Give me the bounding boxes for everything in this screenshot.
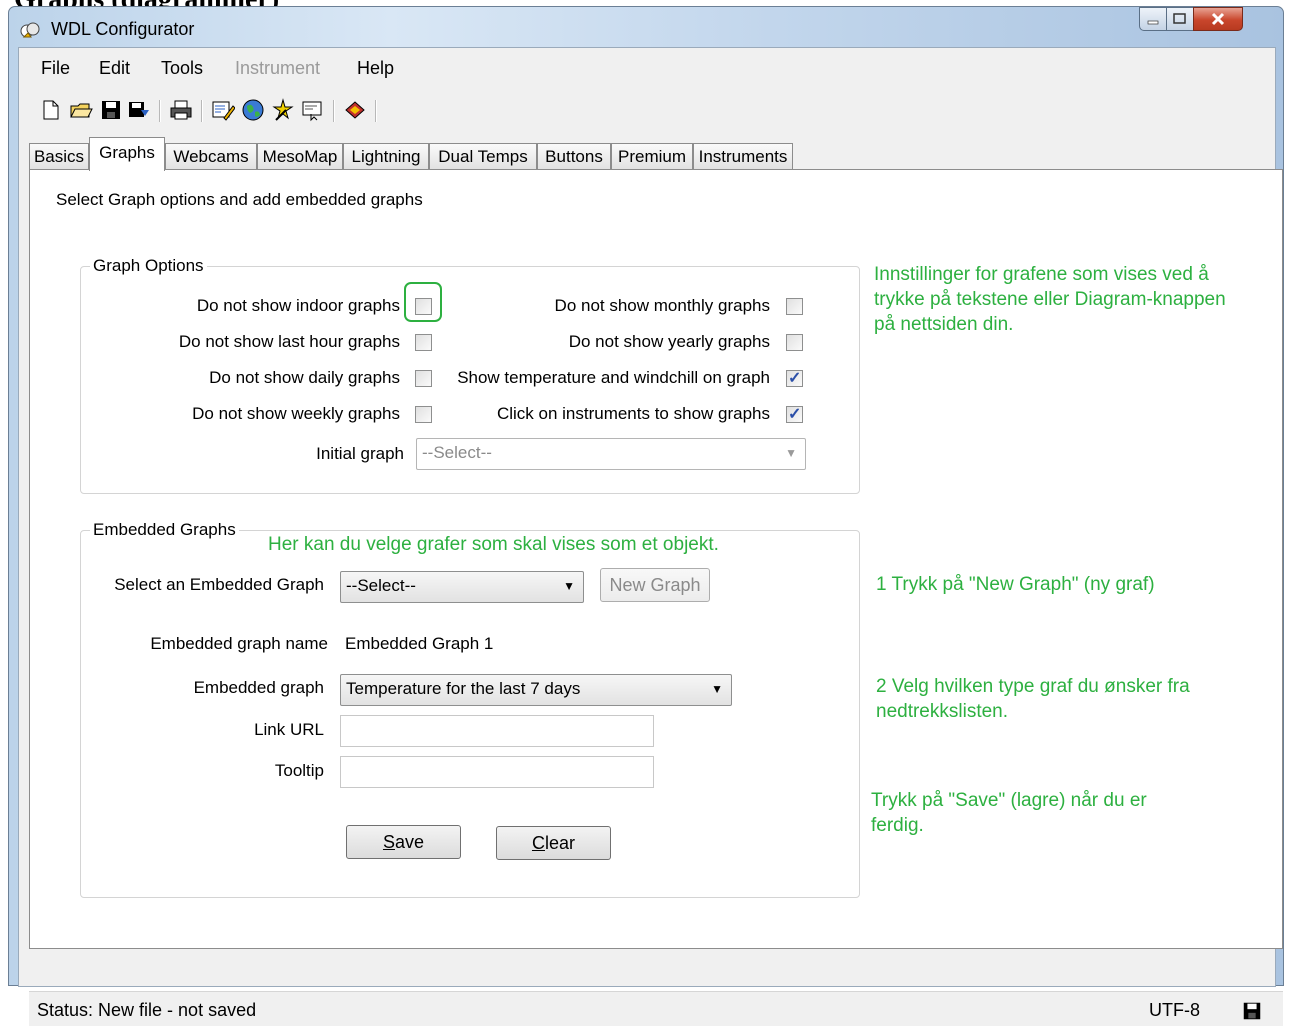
annotation-embedded: Her kan du velge grafer som skal vises s… [268,534,719,555]
client-area: File Edit Tools Instrument Help Basics G… [18,47,1283,1026]
embedded-graphs-title: Embedded Graphs [90,520,239,540]
chevron-down-icon: ▼ [563,579,575,593]
save-label: Save [382,832,425,852]
embedded-name-label: Embedded graph name [150,634,328,653]
tab-dual-temps[interactable]: Dual Temps [429,143,537,169]
edit-icon[interactable] [211,98,235,122]
annotation-step-1: 1 Trykk på "New Graph" (ny graf) [876,574,1155,595]
tab-premium[interactable]: Premium [611,143,693,169]
app-icon [20,22,40,38]
checkmark-icon: ✓ [788,370,802,387]
initial-graph-select[interactable]: --Select-- ▼ [416,438,806,470]
tab-mesomap[interactable]: MesoMap [257,143,343,169]
embedded-graph-label: Embedded graph [193,678,324,697]
toolbar-separator [201,100,203,122]
menu-instrument[interactable]: Instrument [235,58,320,79]
maximize-button[interactable] [1166,7,1194,31]
tab-lightning[interactable]: Lightning [343,143,429,169]
checkmark-icon: ✓ [788,406,802,423]
show-windchill-checkbox[interactable]: ✓ [786,370,803,387]
encoding-label: UTF-8 [1149,1000,1200,1020]
open-folder-icon[interactable] [69,98,93,122]
tab-instruments[interactable]: Instruments [693,143,793,169]
option-label: Show temperature and windchill on graph [457,368,770,387]
wizard-icon[interactable] [271,98,295,122]
annotation-save: Trykk på "Save" (lagre) når du er ferdig… [871,790,1147,836]
option-label: Click on instruments to show graphs [496,404,770,423]
embedded-select-value: --Select-- [346,576,416,595]
tab-intro: Select Graph options and add embedded gr… [56,190,423,209]
option-label: Do not show weekly graphs [192,404,400,423]
close-icon [1211,12,1225,26]
app-window: WDL Configurator File Edit Tools Instrum… [8,6,1284,1026]
menu-file[interactable]: File [41,58,70,79]
tooltip-label: Tooltip [274,761,324,780]
title-bar[interactable]: WDL Configurator [9,7,1283,47]
annotation-step-2: 2 Velg hvilken type graf du ønsker fra n… [876,676,1190,722]
save-icon[interactable] [99,98,123,122]
minimize-button[interactable] [1139,7,1167,31]
click-instruments-checkbox[interactable]: ✓ [786,406,803,423]
print-icon[interactable] [169,98,193,122]
menu-help[interactable]: Help [357,58,394,79]
menu-tools[interactable]: Tools [161,58,203,79]
preview-icon[interactable] [301,98,325,122]
hide-monthly-checkbox[interactable] [786,298,803,315]
save-icon[interactable] [1241,1000,1263,1022]
option-label: Do not show last hour graphs [178,332,400,351]
tab-basics[interactable]: Basics [29,143,89,169]
option-label: Do not show yearly graphs [568,332,770,351]
hide-last-hour-checkbox[interactable] [415,334,432,351]
toolbar-separator [333,100,335,122]
save-as-icon[interactable] [127,98,151,122]
menu-edit[interactable]: Edit [99,58,130,79]
chevron-down-icon: ▼ [785,446,797,460]
status-text: Status: New file - not saved [37,1000,257,1020]
initial-graph-value: --Select-- [422,443,492,462]
graph-options-title: Graph Options [90,256,207,276]
tooltip-input[interactable] [340,756,654,788]
status-bar: Status: New file - not saved UTF-8 [29,991,1283,1026]
help-book-icon[interactable] [343,98,367,122]
hide-yearly-checkbox[interactable] [786,334,803,351]
embedded-graph-type-select[interactable]: Temperature for the last 7 days ▼ [340,674,732,706]
maximize-icon [1173,13,1186,24]
tab-buttons[interactable]: Buttons [537,143,611,169]
embedded-graph-type-value: Temperature for the last 7 days [346,679,581,698]
new-graph-button[interactable]: New Graph [600,568,710,602]
option-label: Do not show monthly graphs [554,296,770,315]
graphs-tab-panel: Select Graph options and add embedded gr… [29,169,1283,949]
embedded-name-value: Embedded Graph 1 [345,634,494,653]
toolbar-separator [159,100,161,122]
link-url-label: Link URL [254,720,324,739]
chevron-down-icon: ▼ [711,682,723,696]
highlight-circle [404,282,442,322]
hide-weekly-checkbox[interactable] [415,406,432,423]
new-file-icon[interactable] [39,98,63,122]
toolbar-separator [375,100,377,122]
option-label: Do not show indoor graphs [196,296,400,315]
embedded-graph-select[interactable]: --Select-- ▼ [340,571,584,603]
tab-graphs[interactable]: Graphs [89,137,165,171]
minimize-icon [1147,20,1159,25]
tab-webcams[interactable]: Webcams [165,143,257,169]
window-title: WDL Configurator [51,19,195,39]
globe-icon[interactable] [241,98,265,122]
close-button[interactable] [1193,7,1243,31]
annotation-graph-options: Innstillinger for grafene som vises ved … [874,264,1226,335]
save-button[interactable]: Save [346,825,461,859]
clear-button[interactable]: Clear [496,826,611,860]
initial-graph-label: Initial graph [316,444,404,463]
link-url-input[interactable] [340,715,654,747]
option-label: Do not show daily graphs [209,368,400,387]
select-embedded-label: Select an Embedded Graph [114,575,324,594]
